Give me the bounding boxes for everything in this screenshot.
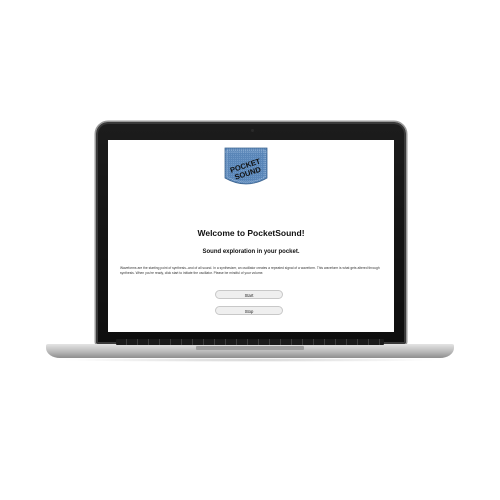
laptop-frame: POCKET SOUND Welcome to PocketSound! Sou… bbox=[0, 0, 500, 500]
page-subtitle: Sound exploration in your pocket. bbox=[202, 249, 300, 255]
page-title: Welcome to PocketSound! bbox=[197, 228, 305, 238]
trackpad bbox=[196, 346, 304, 350]
start-button[interactable]: Start bbox=[215, 290, 283, 299]
stop-button[interactable]: Stop bbox=[215, 306, 283, 315]
laptop-shadow bbox=[60, 358, 440, 362]
app-screen: POCKET SOUND Welcome to PocketSound! Sou… bbox=[108, 140, 394, 332]
webcam-icon bbox=[251, 129, 254, 132]
description-text: Waveforms are the starting point of synt… bbox=[120, 266, 380, 275]
keyboard bbox=[116, 339, 384, 345]
pocketsound-logo: POCKET SOUND bbox=[223, 146, 269, 190]
